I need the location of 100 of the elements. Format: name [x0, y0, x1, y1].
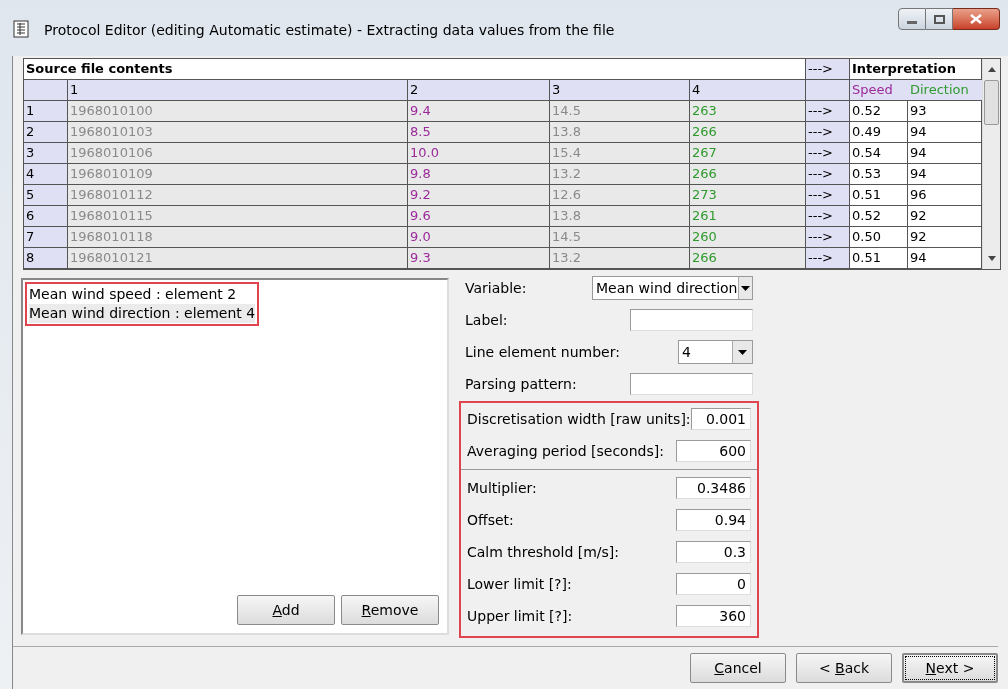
table-cell: --->	[806, 164, 850, 185]
table-cell: 10.0	[408, 143, 550, 164]
close-button[interactable]	[953, 8, 1000, 30]
table-cell: --->	[806, 248, 850, 269]
table-cell: 266	[690, 248, 806, 269]
table-cell: 9.3	[408, 248, 550, 269]
maximize-button[interactable]	[926, 8, 953, 30]
input-field[interactable]: 0.001	[690, 408, 751, 430]
field-label: Label:	[465, 310, 508, 330]
column-header: Speed	[850, 80, 908, 101]
table-cell: 273	[690, 185, 806, 206]
list-button[interactable]: Add	[237, 595, 335, 625]
table-cell: 93	[908, 101, 982, 122]
column-header: 1	[68, 80, 408, 101]
column-header: 2	[408, 80, 550, 101]
table-cell: 9.4	[408, 101, 550, 122]
row-number: 8	[24, 248, 68, 269]
list-button[interactable]: Remove	[341, 595, 439, 625]
table-cell: 12.6	[550, 185, 690, 206]
table-cell: 1968010106	[68, 143, 408, 164]
window-icon	[12, 20, 30, 38]
table-cell: 92	[908, 227, 982, 248]
input-field[interactable]: 0	[676, 573, 751, 595]
table-cell: --->	[806, 227, 850, 248]
table-cell: 0.51	[850, 185, 908, 206]
input-field[interactable]	[630, 309, 753, 331]
column-header: 4	[690, 80, 806, 101]
field-label: Discretisation width [raw units]:	[467, 409, 691, 429]
row-number: 1	[24, 101, 68, 122]
input-field[interactable]: 600	[676, 440, 751, 462]
table-cell: 9.0	[408, 227, 550, 248]
table-cell: 94	[908, 164, 982, 185]
table-cell: 261	[690, 206, 806, 227]
table-cell: 0.49	[850, 122, 908, 143]
table-cell: 263	[690, 101, 806, 122]
field-label: Line element number:	[465, 342, 620, 362]
table-cell: 94	[908, 248, 982, 269]
table-cell: --->	[806, 101, 850, 122]
field-label: Parsing pattern:	[465, 374, 577, 394]
dropdown[interactable]: Mean wind direction	[592, 276, 753, 300]
table-cell: --->	[806, 122, 850, 143]
table-cell: 13.2	[550, 248, 690, 269]
row-number: 5	[24, 185, 68, 206]
input-field[interactable]: 0.94	[676, 509, 751, 531]
table-cell: 96	[908, 185, 982, 206]
table-cell: 1968010118	[68, 227, 408, 248]
wizard-button[interactable]: Cancel	[690, 653, 786, 683]
column-header: Direction	[908, 80, 982, 101]
table-title: Interpretation	[850, 59, 982, 80]
row-number: 2	[24, 122, 68, 143]
table-cell: --->	[806, 143, 850, 164]
table-cell: 13.2	[550, 164, 690, 185]
row-number: 4	[24, 164, 68, 185]
wizard-button[interactable]: < Back	[796, 653, 892, 683]
close-icon[interactable]	[970, 14, 982, 24]
table-cell: 8.5	[408, 122, 550, 143]
table-cell: 9.8	[408, 164, 550, 185]
column-header: 3	[550, 80, 690, 101]
table-cell: 1968010121	[68, 248, 408, 269]
table-cell: 1968010103	[68, 122, 408, 143]
table-cell: --->	[806, 185, 850, 206]
table-cell: 14.5	[550, 227, 690, 248]
wizard-button[interactable]: Next >	[902, 653, 998, 683]
table-header	[806, 80, 850, 101]
scroll-down-icon[interactable]	[987, 256, 996, 261]
field-label: Averaging period [seconds]:	[467, 441, 664, 461]
table-cell: 94	[908, 143, 982, 164]
table-cell: 94	[908, 122, 982, 143]
window-title: Protocol Editor (editing Automatic estimate) - Extracting data values from the file	[44, 21, 615, 40]
table-cell: 266	[690, 164, 806, 185]
scrollbar[interactable]	[982, 59, 1000, 269]
table-cell: 1968010112	[68, 185, 408, 206]
table-cell: 9.2	[408, 185, 550, 206]
table-cell: 0.52	[850, 101, 908, 122]
table-cell: 0.53	[850, 164, 908, 185]
table-cell: 15.4	[550, 143, 690, 164]
minimize-button[interactable]	[898, 8, 926, 30]
table-cell: 0.54	[850, 143, 908, 164]
table-cell: 92	[908, 206, 982, 227]
table-cell: --->	[806, 206, 850, 227]
list-item[interactable]: Mean wind direction : element 4	[29, 304, 256, 323]
table-cell: 9.6	[408, 206, 550, 227]
input-field[interactable]: 0.3	[676, 541, 751, 563]
field-label: Variable:	[465, 278, 527, 298]
input-field[interactable]: 0.3486	[676, 477, 751, 499]
table-cell: 1968010115	[68, 206, 408, 227]
row-number: 6	[24, 206, 68, 227]
table-cell: 267	[690, 143, 806, 164]
row-number: 7	[24, 227, 68, 248]
field-label: Lower limit [?]:	[467, 574, 572, 594]
field-label: Multiplier:	[467, 478, 537, 498]
table-cell: 13.8	[550, 122, 690, 143]
scroll-up-icon[interactable]	[987, 67, 996, 72]
table-cell: 14.5	[550, 101, 690, 122]
table-cell: 266	[690, 122, 806, 143]
dropdown[interactable]: 4	[678, 340, 753, 364]
row-number: 3	[24, 143, 68, 164]
scroll-thumb[interactable]	[984, 80, 999, 125]
input-field[interactable]: 360	[676, 605, 751, 627]
input-field[interactable]	[630, 373, 753, 395]
